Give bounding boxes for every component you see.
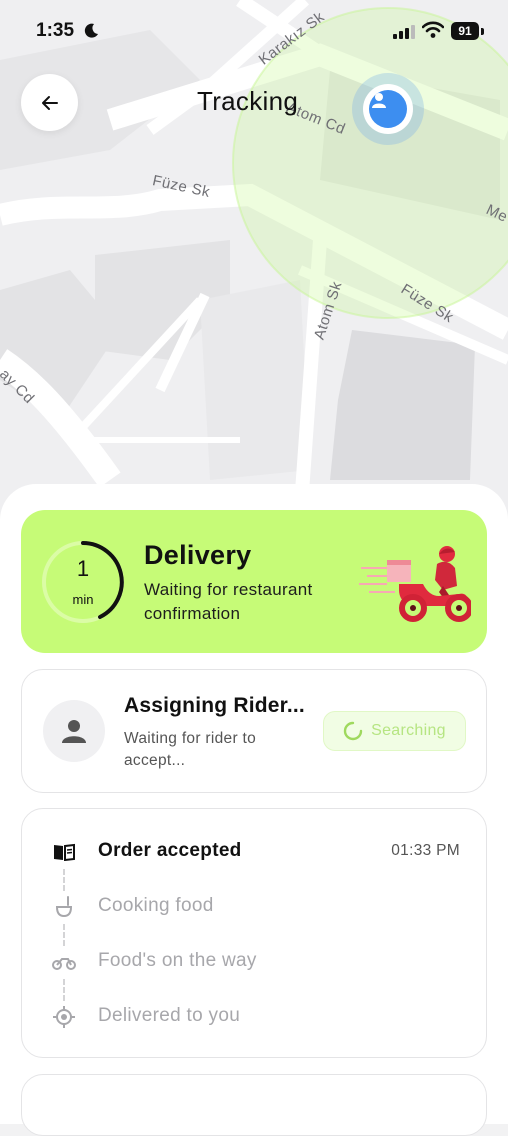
back-button[interactable] bbox=[21, 74, 78, 131]
cellular-signal-icon bbox=[393, 25, 415, 39]
timeline-step-label: Cooking food bbox=[98, 895, 214, 916]
timeline-connector bbox=[63, 924, 67, 946]
order-timeline-card: Order accepted 01:33 PM Cooking food Foo… bbox=[21, 808, 487, 1058]
searching-label: Searching bbox=[371, 722, 446, 739]
timeline-connector bbox=[63, 979, 67, 1001]
rider-title: Assigning Rider... bbox=[124, 694, 305, 717]
location-target-icon bbox=[52, 1005, 76, 1029]
battery-nub bbox=[481, 28, 484, 35]
map-roads bbox=[0, 0, 508, 520]
eta-ring bbox=[42, 541, 124, 623]
delivery-title: Delivery bbox=[144, 540, 252, 570]
next-card bbox=[21, 1074, 487, 1136]
searching-status-badge: Searching bbox=[323, 711, 466, 751]
moon-icon bbox=[84, 23, 98, 38]
wifi-icon bbox=[422, 21, 444, 38]
rider-subtitle: Waiting for rider to accept... bbox=[124, 730, 257, 769]
person-icon bbox=[369, 90, 407, 128]
rider-assignment-card: Assigning Rider... Waiting for rider to … bbox=[21, 669, 487, 793]
person-icon bbox=[62, 720, 86, 743]
arrow-left-icon bbox=[41, 95, 58, 110]
eta-unit: min bbox=[72, 592, 94, 607]
motorbike-icon bbox=[52, 950, 76, 974]
timeline-step-label: Order accepted bbox=[98, 840, 242, 861]
delivery-subtitle: Waiting for restaurant confirmation bbox=[144, 580, 313, 623]
timeline-step: Food's on the way bbox=[22, 947, 486, 977]
timeline-connector bbox=[63, 869, 67, 891]
timeline-step: Cooking food bbox=[22, 892, 486, 922]
page-title: Tracking bbox=[197, 86, 299, 116]
timeline-step-label: Delivered to you bbox=[98, 1005, 241, 1026]
user-location-marker[interactable] bbox=[363, 84, 413, 134]
delivery-status-card: 1 min Delivery Waiting for restaurant co… bbox=[21, 510, 487, 653]
timeline-step-time: 01:33 PM bbox=[391, 842, 460, 859]
battery-icon: 91 bbox=[451, 22, 479, 40]
eta-value: 1 bbox=[76, 556, 90, 581]
timeline-step: Order accepted 01:33 PM bbox=[22, 837, 486, 867]
status-bar: 1:35 91 bbox=[0, 0, 508, 64]
ladle-icon bbox=[52, 895, 76, 919]
timeline-step: Delivered to you bbox=[22, 1002, 486, 1032]
menu-book-icon bbox=[52, 840, 76, 864]
spinner-icon bbox=[343, 721, 363, 741]
status-time: 1:35 bbox=[36, 20, 75, 41]
delivery-scooter-icon bbox=[359, 546, 471, 622]
avatar bbox=[43, 700, 105, 762]
timeline-step-label: Food's on the way bbox=[98, 950, 257, 971]
map-view[interactable]: Karakız Sk Atom Cd Füze Sk Füze Sk Atom … bbox=[0, 0, 508, 520]
